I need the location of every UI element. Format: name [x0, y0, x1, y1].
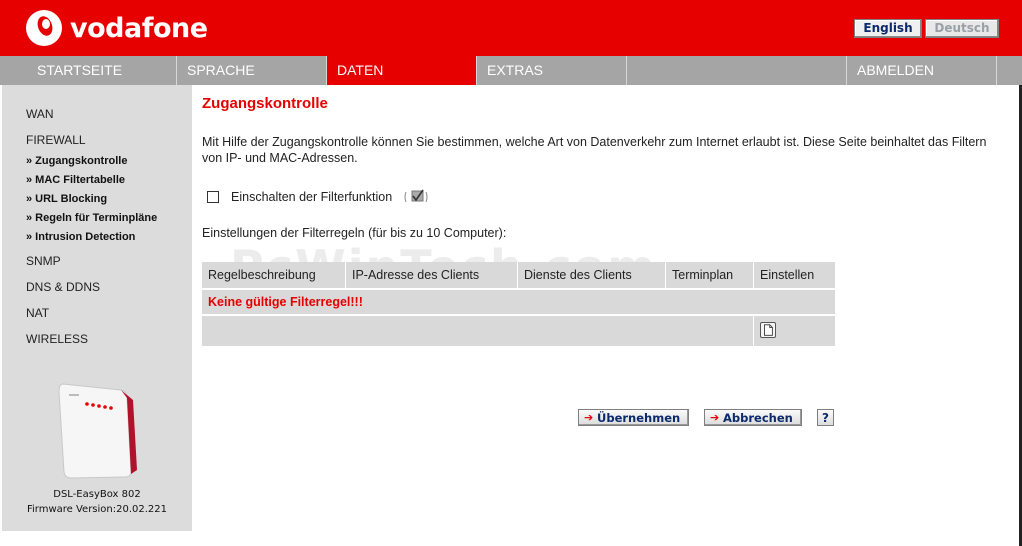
sidebar-item-firewall[interactable]: FIREWALL	[26, 133, 86, 147]
help-button[interactable]: ?	[817, 409, 834, 426]
vodafone-logo: vodafone	[26, 10, 208, 46]
nav-sprache[interactable]: SPRACHE	[177, 56, 327, 85]
page-title: Zugangskontrolle	[202, 95, 328, 112]
page-description: Mit Hilfe der Zugangskontrolle können Si…	[202, 135, 987, 165]
sidebar-item-wireless[interactable]: WIRELESS	[26, 332, 88, 346]
arrow-right-icon: ➔	[710, 411, 720, 424]
table-row-empty: Keine gültige Filterregel!!!	[202, 290, 835, 316]
cell-divider	[753, 316, 754, 346]
router-device-icon	[58, 383, 137, 479]
enable-filter-label: Einschalten der Filterfunktion	[231, 190, 393, 204]
nav-spacer	[627, 56, 847, 85]
apply-label: Übernehmen	[597, 411, 681, 425]
sidebar-sub-regeln-terminplaene[interactable]: » Regeln für Terminpläne	[26, 212, 157, 224]
firmware-version: Firmware Version:20.02.221	[26, 504, 168, 515]
col-regelbeschreibung: Regelbeschreibung	[202, 262, 346, 288]
table-header: Regelbeschreibung IP-Adresse des Clients…	[202, 262, 835, 290]
checkmark-icon	[404, 189, 428, 203]
brand-name: vodafone	[70, 12, 208, 44]
nav-abmelden[interactable]: ABMELDEN	[847, 56, 997, 85]
main-nav: STARTSEITE SPRACHE DATEN EXTRAS ABMELDEN	[0, 56, 1022, 85]
sidebar-item-nat[interactable]: NAT	[26, 306, 49, 320]
sidebar-sub-url-blocking[interactable]: » URL Blocking	[26, 193, 107, 205]
deutsch-button[interactable]: Deutsch	[925, 19, 999, 38]
col-einstellen: Einstellen	[760, 268, 815, 282]
arrow-right-icon: ➔	[584, 411, 594, 424]
sidebar-sub-mac-filtertabelle[interactable]: » MAC Filtertabelle	[26, 174, 125, 186]
device-name: DSL-EasyBox 802	[53, 489, 141, 500]
filter-rules-table: Regelbeschreibung IP-Adresse des Clients…	[202, 262, 835, 346]
col-ip-adresse: IP-Adresse des Clients	[346, 262, 518, 288]
filter-settings-label: Einstellungen der Filterregeln (für bis …	[202, 226, 507, 240]
sidebar: WAN FIREWALL » Zugangskontrolle » MAC Fi…	[2, 85, 192, 531]
enable-filter-row: Einschalten der Filterfunktion	[207, 189, 428, 205]
sidebar-sub-zugangskontrolle[interactable]: » Zugangskontrolle	[26, 155, 127, 167]
col-terminplan: Terminplan	[666, 262, 754, 288]
add-rule-icon[interactable]	[760, 322, 776, 338]
sidebar-item-snmp[interactable]: SNMP	[26, 254, 61, 268]
apply-button[interactable]: ➔ Übernehmen	[578, 409, 689, 426]
header-bar: vodafone English Deutsch	[0, 0, 1022, 56]
sidebar-sub-intrusion-detection[interactable]: » Intrusion Detection	[26, 231, 135, 243]
col-dienste: Dienste des Clients	[518, 262, 666, 288]
enable-filter-checkbox[interactable]	[207, 191, 219, 203]
cancel-label: Abbrechen	[723, 411, 793, 425]
nav-startseite[interactable]: STARTSEITE	[27, 56, 177, 85]
sidebar-item-wan[interactable]: WAN	[26, 107, 54, 121]
vodafone-speechmark-icon	[26, 10, 62, 46]
cancel-button[interactable]: ➔ Abbrechen	[704, 409, 802, 426]
sidebar-item-dns-ddns[interactable]: DNS & DDNS	[26, 280, 100, 294]
nav-daten[interactable]: DATEN	[327, 56, 477, 85]
english-button[interactable]: English	[854, 19, 922, 38]
nav-extras[interactable]: EXTRAS	[477, 56, 627, 85]
table-row-add	[202, 316, 835, 346]
